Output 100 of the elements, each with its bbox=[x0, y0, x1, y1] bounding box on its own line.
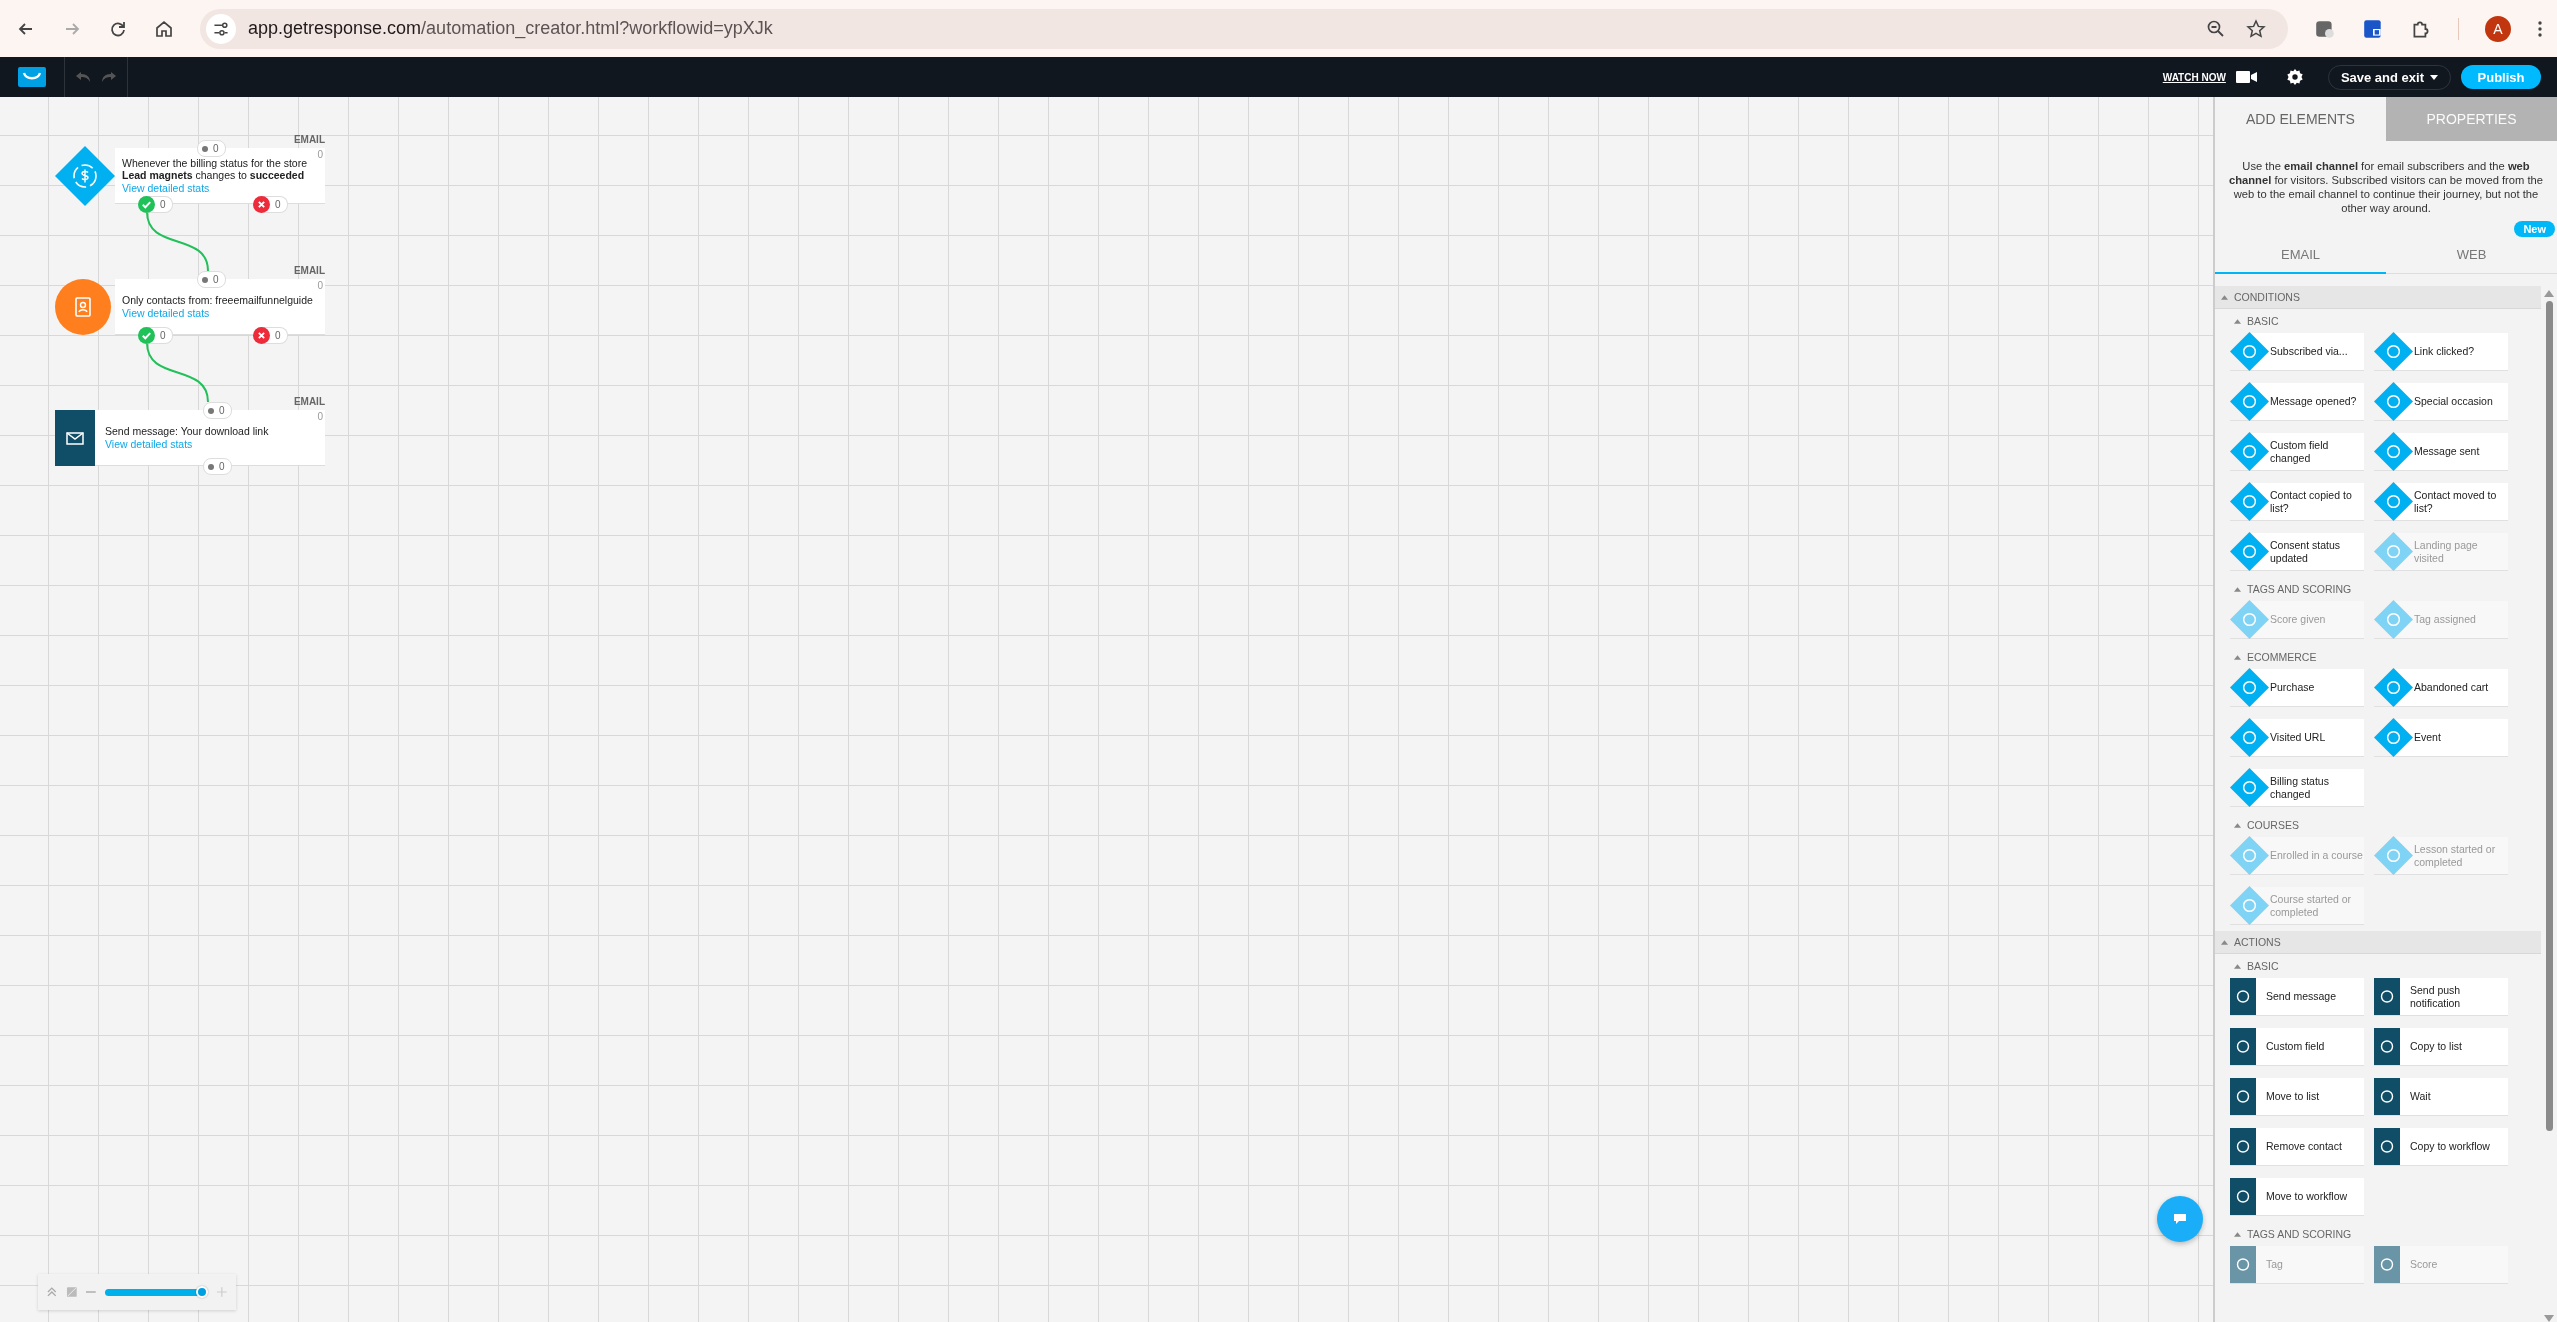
channel-label: EMAIL bbox=[293, 265, 325, 276]
port-pill[interactable]: 0 bbox=[254, 327, 288, 344]
element-tile[interactable]: Custom field bbox=[2230, 1028, 2364, 1066]
element-tile[interactable]: Consent status updated bbox=[2230, 533, 2364, 571]
scroll-up-icon[interactable] bbox=[2544, 290, 2554, 297]
element-tile[interactable]: Message sent bbox=[2374, 433, 2508, 471]
port-pill[interactable]: 0 bbox=[139, 327, 173, 344]
ring-icon bbox=[2374, 482, 2413, 521]
ring-icon bbox=[2230, 532, 2269, 571]
element-tile[interactable]: Send push notification bbox=[2374, 978, 2508, 1016]
ring-icon bbox=[2374, 836, 2413, 875]
element-tile[interactable]: Send message bbox=[2230, 978, 2364, 1016]
group-title[interactable]: BASIC bbox=[2247, 960, 2279, 972]
caret-icon bbox=[2234, 586, 2241, 592]
speech-bubble-icon bbox=[2173, 1213, 2187, 1225]
address-bar[interactable]: app.getresponse.com/automation_creator.html?workflowid=ypXJk bbox=[200, 8, 2288, 49]
video-camera-icon[interactable] bbox=[2235, 70, 2258, 84]
node-count: 0 bbox=[317, 280, 323, 291]
chevron-up-icon[interactable] bbox=[46, 1286, 58, 1298]
zoom-out-icon[interactable] bbox=[2206, 18, 2226, 39]
envelope-icon bbox=[55, 410, 95, 466]
menu-icon[interactable] bbox=[2537, 18, 2543, 39]
close-icon bbox=[253, 327, 270, 344]
ring-icon bbox=[2374, 1246, 2400, 1283]
ring-icon bbox=[2230, 768, 2269, 807]
dollar-cycle-icon bbox=[55, 146, 115, 206]
check-icon bbox=[138, 196, 155, 213]
ring-icon bbox=[2230, 432, 2269, 471]
port-pill[interactable]: 0 bbox=[139, 196, 173, 213]
element-tile[interactable]: Message opened? bbox=[2230, 383, 2364, 421]
node-label: Whenever the billing status for the store Lead magnets changes to succeeded bbox=[122, 156, 308, 182]
element-tile[interactable]: Contact copied to list? bbox=[2230, 483, 2364, 521]
save-and-exit-button[interactable]: Save and exit bbox=[2327, 64, 2451, 90]
element-tile[interactable]: Subscribed via... bbox=[2230, 333, 2364, 371]
section-header[interactable]: ACTIONS bbox=[2215, 931, 2541, 954]
element-tile[interactable]: Billing status changed bbox=[2230, 769, 2364, 807]
element-tile[interactable]: Special occasion bbox=[2374, 383, 2508, 421]
home-icon[interactable] bbox=[154, 18, 174, 39]
element-tile[interactable]: Move to workflow bbox=[2230, 1178, 2364, 1216]
profile-avatar[interactable]: A bbox=[2485, 15, 2511, 42]
element-tile[interactable]: Remove contact bbox=[2230, 1128, 2364, 1166]
ring-icon bbox=[2374, 718, 2413, 757]
group-title[interactable]: TAGS AND SCORING bbox=[2247, 583, 2352, 595]
ring-icon bbox=[2374, 1028, 2400, 1065]
logo-icon[interactable] bbox=[18, 67, 46, 87]
ring-icon bbox=[2230, 1078, 2256, 1115]
ring-icon bbox=[2230, 1178, 2256, 1215]
url-text: app.getresponse.com/automation_creator.html?workflowid=ypXJk bbox=[248, 18, 773, 39]
element-tile[interactable]: Copy to workflow bbox=[2374, 1128, 2508, 1166]
check-icon bbox=[138, 327, 155, 344]
port-pill[interactable]: 0 bbox=[203, 458, 232, 475]
caret-icon bbox=[2234, 822, 2241, 828]
group-title[interactable]: BASIC bbox=[2247, 315, 2279, 327]
ring-icon bbox=[2230, 886, 2269, 925]
element-tile[interactable]: Contact moved to list? bbox=[2374, 483, 2508, 521]
element-tile[interactable]: Custom field changed bbox=[2230, 433, 2364, 471]
caret-icon bbox=[2221, 294, 2228, 300]
element-tile[interactable]: Purchase bbox=[2230, 669, 2364, 707]
ring-icon bbox=[2230, 332, 2269, 371]
connector-line bbox=[146, 211, 209, 272]
ring-icon bbox=[2230, 718, 2269, 757]
caret-icon bbox=[2430, 74, 2438, 80]
port-pill[interactable]: 0 bbox=[254, 196, 288, 213]
group-title[interactable]: ECOMMERCE bbox=[2247, 651, 2317, 663]
star-icon[interactable] bbox=[2246, 18, 2266, 39]
scrollbar-thumb[interactable] bbox=[2545, 301, 2553, 1131]
group-title[interactable]: COURSES bbox=[2247, 819, 2299, 831]
channel-tab[interactable]: WEB bbox=[2386, 237, 2557, 274]
caret-icon bbox=[2234, 318, 2241, 324]
contact-book-icon bbox=[55, 279, 111, 335]
element-tile[interactable]: Abandoned cart bbox=[2374, 669, 2508, 707]
ring-icon bbox=[2374, 332, 2413, 371]
channel-tab[interactable]: EMAIL bbox=[2215, 237, 2386, 274]
settings-icon[interactable] bbox=[2285, 68, 2304, 86]
close-icon bbox=[253, 196, 270, 213]
port-pill[interactable]: 0 bbox=[197, 271, 226, 288]
site-settings-icon[interactable] bbox=[206, 13, 236, 44]
scroll-down-icon[interactable] bbox=[2544, 1315, 2554, 1322]
element-tile[interactable]: Wait bbox=[2374, 1078, 2508, 1116]
ring-icon bbox=[2230, 836, 2269, 875]
caret-icon bbox=[2234, 1231, 2241, 1237]
element-tile[interactable]: Link clicked? bbox=[2374, 333, 2508, 371]
section-header[interactable]: CONDITIONS bbox=[2215, 286, 2541, 309]
group-title[interactable]: TAGS AND SCORING bbox=[2247, 1228, 2352, 1240]
element-tile[interactable]: Move to list bbox=[2230, 1078, 2364, 1116]
ring-icon bbox=[2374, 978, 2400, 1015]
port-pill[interactable]: 0 bbox=[197, 140, 226, 157]
element-tile[interactable]: Event bbox=[2374, 719, 2508, 757]
ring-icon bbox=[2374, 532, 2413, 571]
redo-icon[interactable] bbox=[101, 71, 117, 83]
chat-button[interactable] bbox=[2157, 1196, 2203, 1242]
watch-now-link[interactable]: WATCH NOW bbox=[2162, 71, 2226, 83]
node-label: Only contacts from: freeemailfunnelguide bbox=[122, 294, 314, 307]
lock-extension-icon[interactable] bbox=[2362, 17, 2384, 40]
caret-icon bbox=[2221, 939, 2228, 945]
port-pill[interactable]: 0 bbox=[203, 402, 232, 419]
zoom-slider[interactable] bbox=[105, 1285, 209, 1299]
element-tile[interactable]: Visited URL bbox=[2230, 719, 2364, 757]
undo-icon[interactable] bbox=[75, 71, 91, 83]
element-tile[interactable]: Copy to list bbox=[2374, 1028, 2508, 1066]
